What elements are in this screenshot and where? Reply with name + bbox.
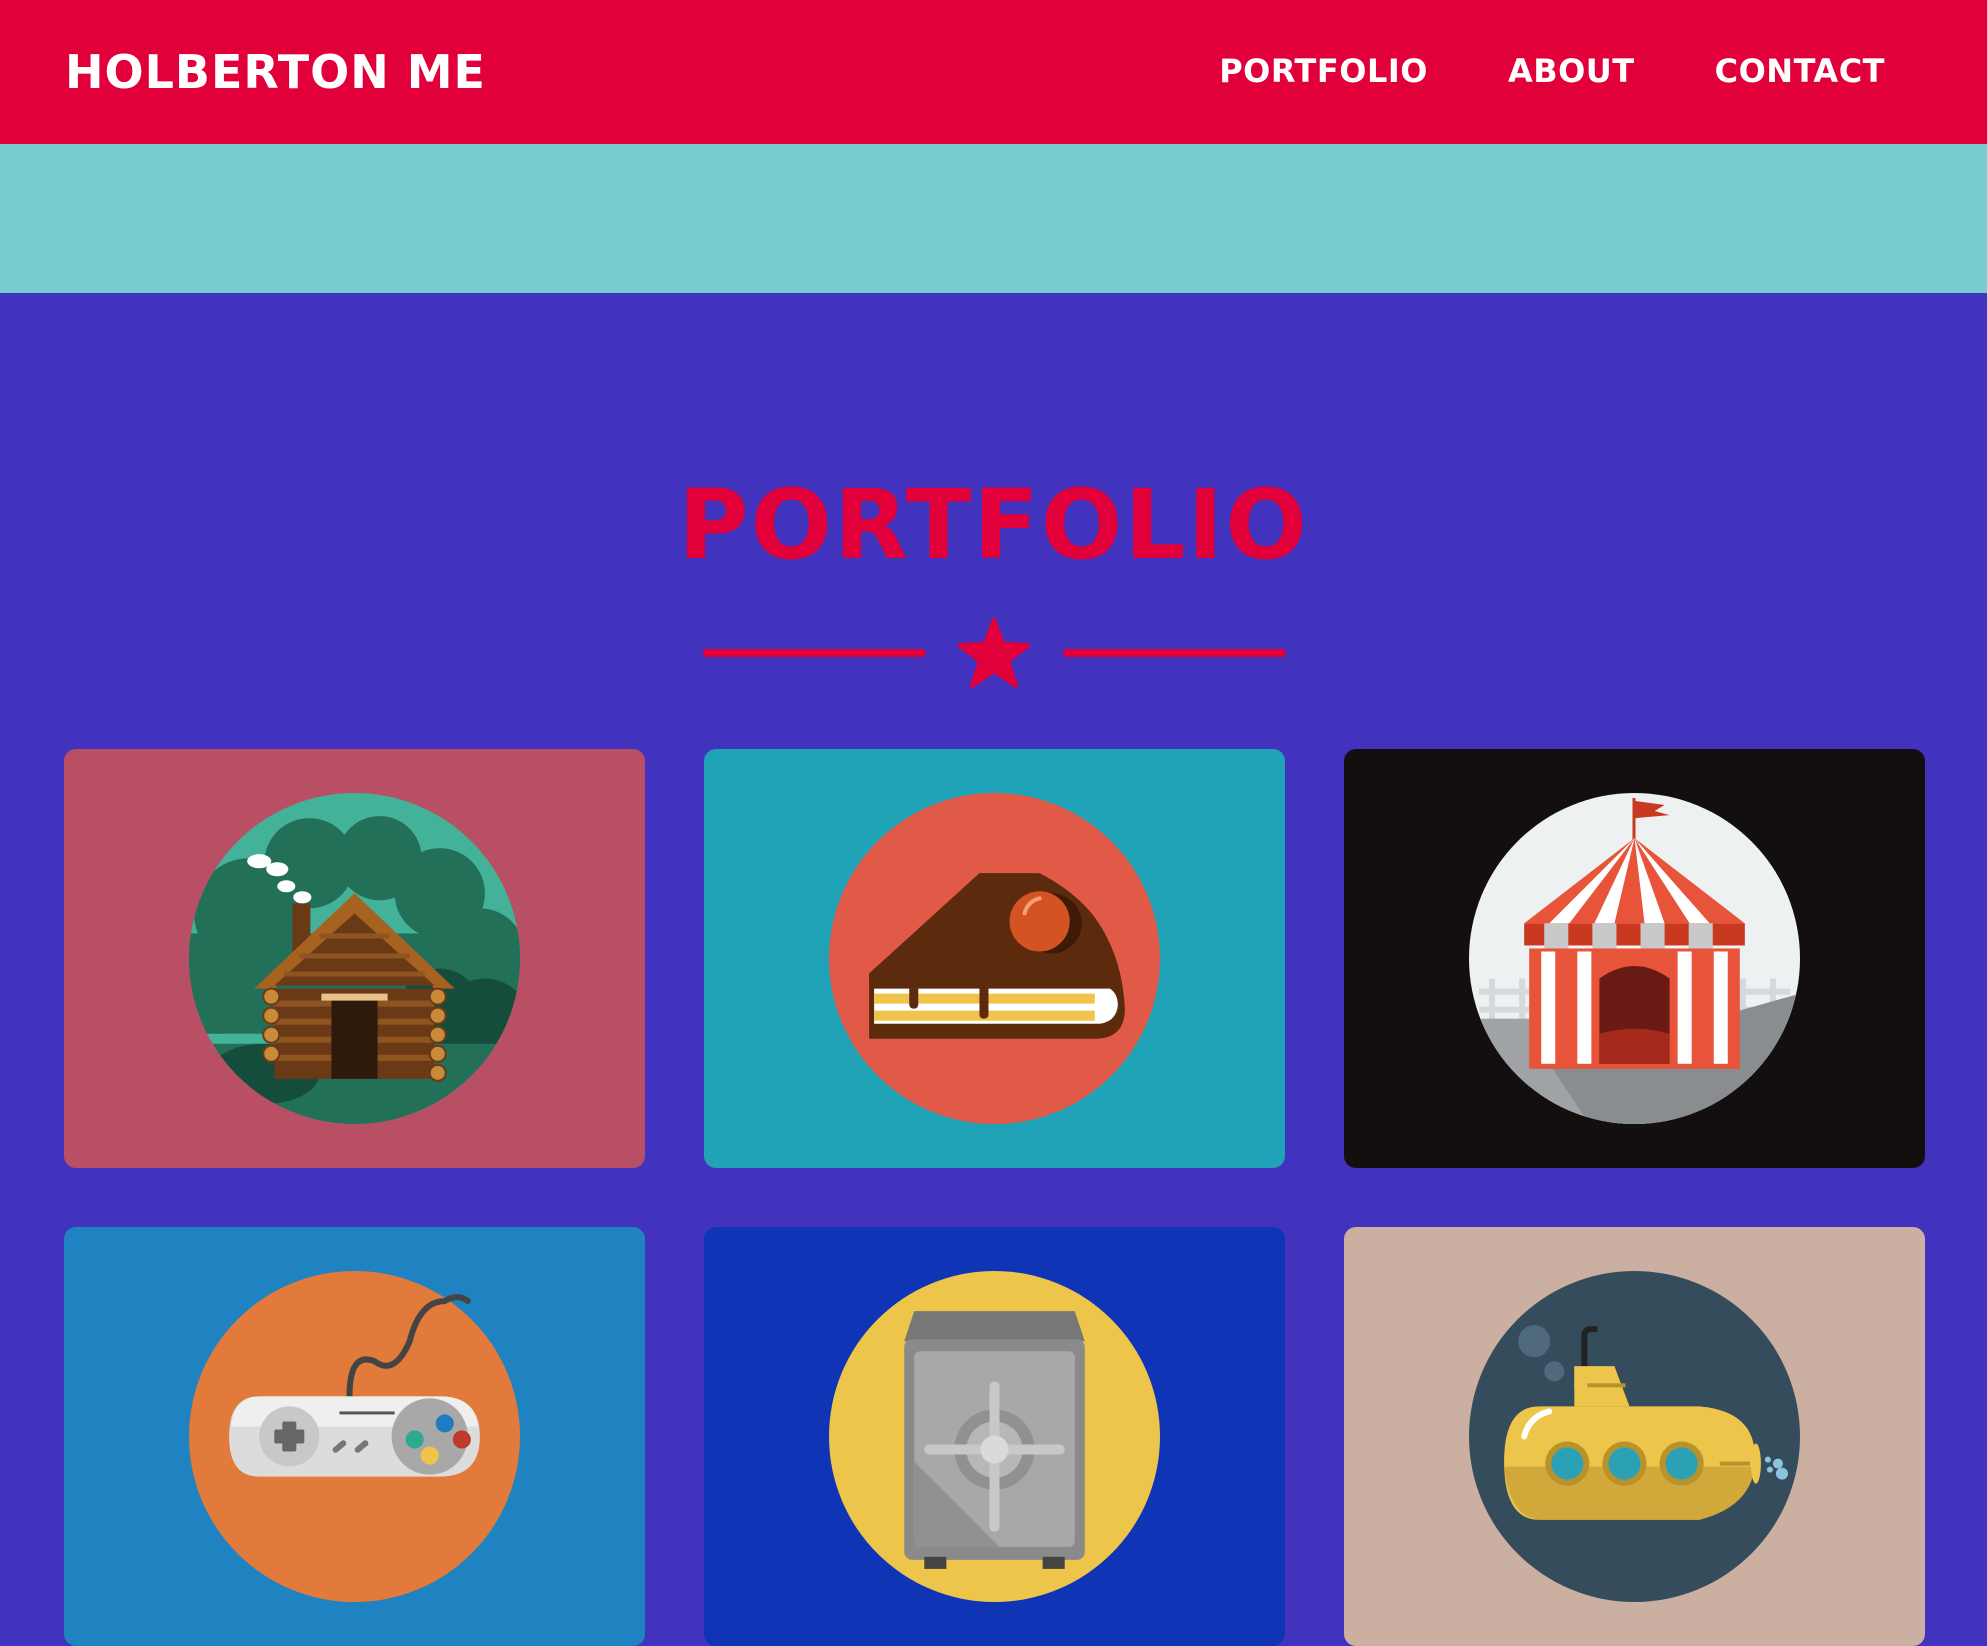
divider-line-left	[703, 649, 926, 657]
portfolio-item-safe[interactable]	[704, 1227, 1285, 1646]
navbar: HOLBERTON ME PORTFOLIO ABOUT CONTACT	[0, 0, 1987, 144]
hero-banner	[0, 144, 1987, 293]
brand-logo[interactable]: HOLBERTON ME	[65, 44, 486, 100]
portfolio-item-controller[interactable]	[64, 1227, 645, 1646]
cake-slice-icon	[829, 793, 1160, 1124]
star-icon	[958, 618, 1030, 688]
circus-tent-icon	[1469, 793, 1800, 1124]
portfolio-item-submarine[interactable]	[1344, 1227, 1925, 1646]
safe-icon	[829, 1271, 1160, 1602]
portfolio-item-circus[interactable]	[1344, 749, 1925, 1168]
portfolio-item-cabin[interactable]	[64, 749, 645, 1168]
divider-line-right	[1063, 649, 1286, 657]
nav-links: PORTFOLIO ABOUT CONTACT	[1219, 50, 1885, 92]
nav-link-contact[interactable]: CONTACT	[1715, 50, 1885, 92]
log-cabin-icon	[189, 793, 520, 1124]
submarine-icon	[1469, 1271, 1800, 1602]
game-controller-icon	[189, 1271, 520, 1602]
portfolio-heading: PORTFOLIO	[678, 469, 1309, 581]
nav-link-about[interactable]: ABOUT	[1508, 50, 1635, 92]
nav-link-portfolio[interactable]: PORTFOLIO	[1219, 50, 1428, 92]
portfolio-item-cake[interactable]	[704, 749, 1285, 1168]
